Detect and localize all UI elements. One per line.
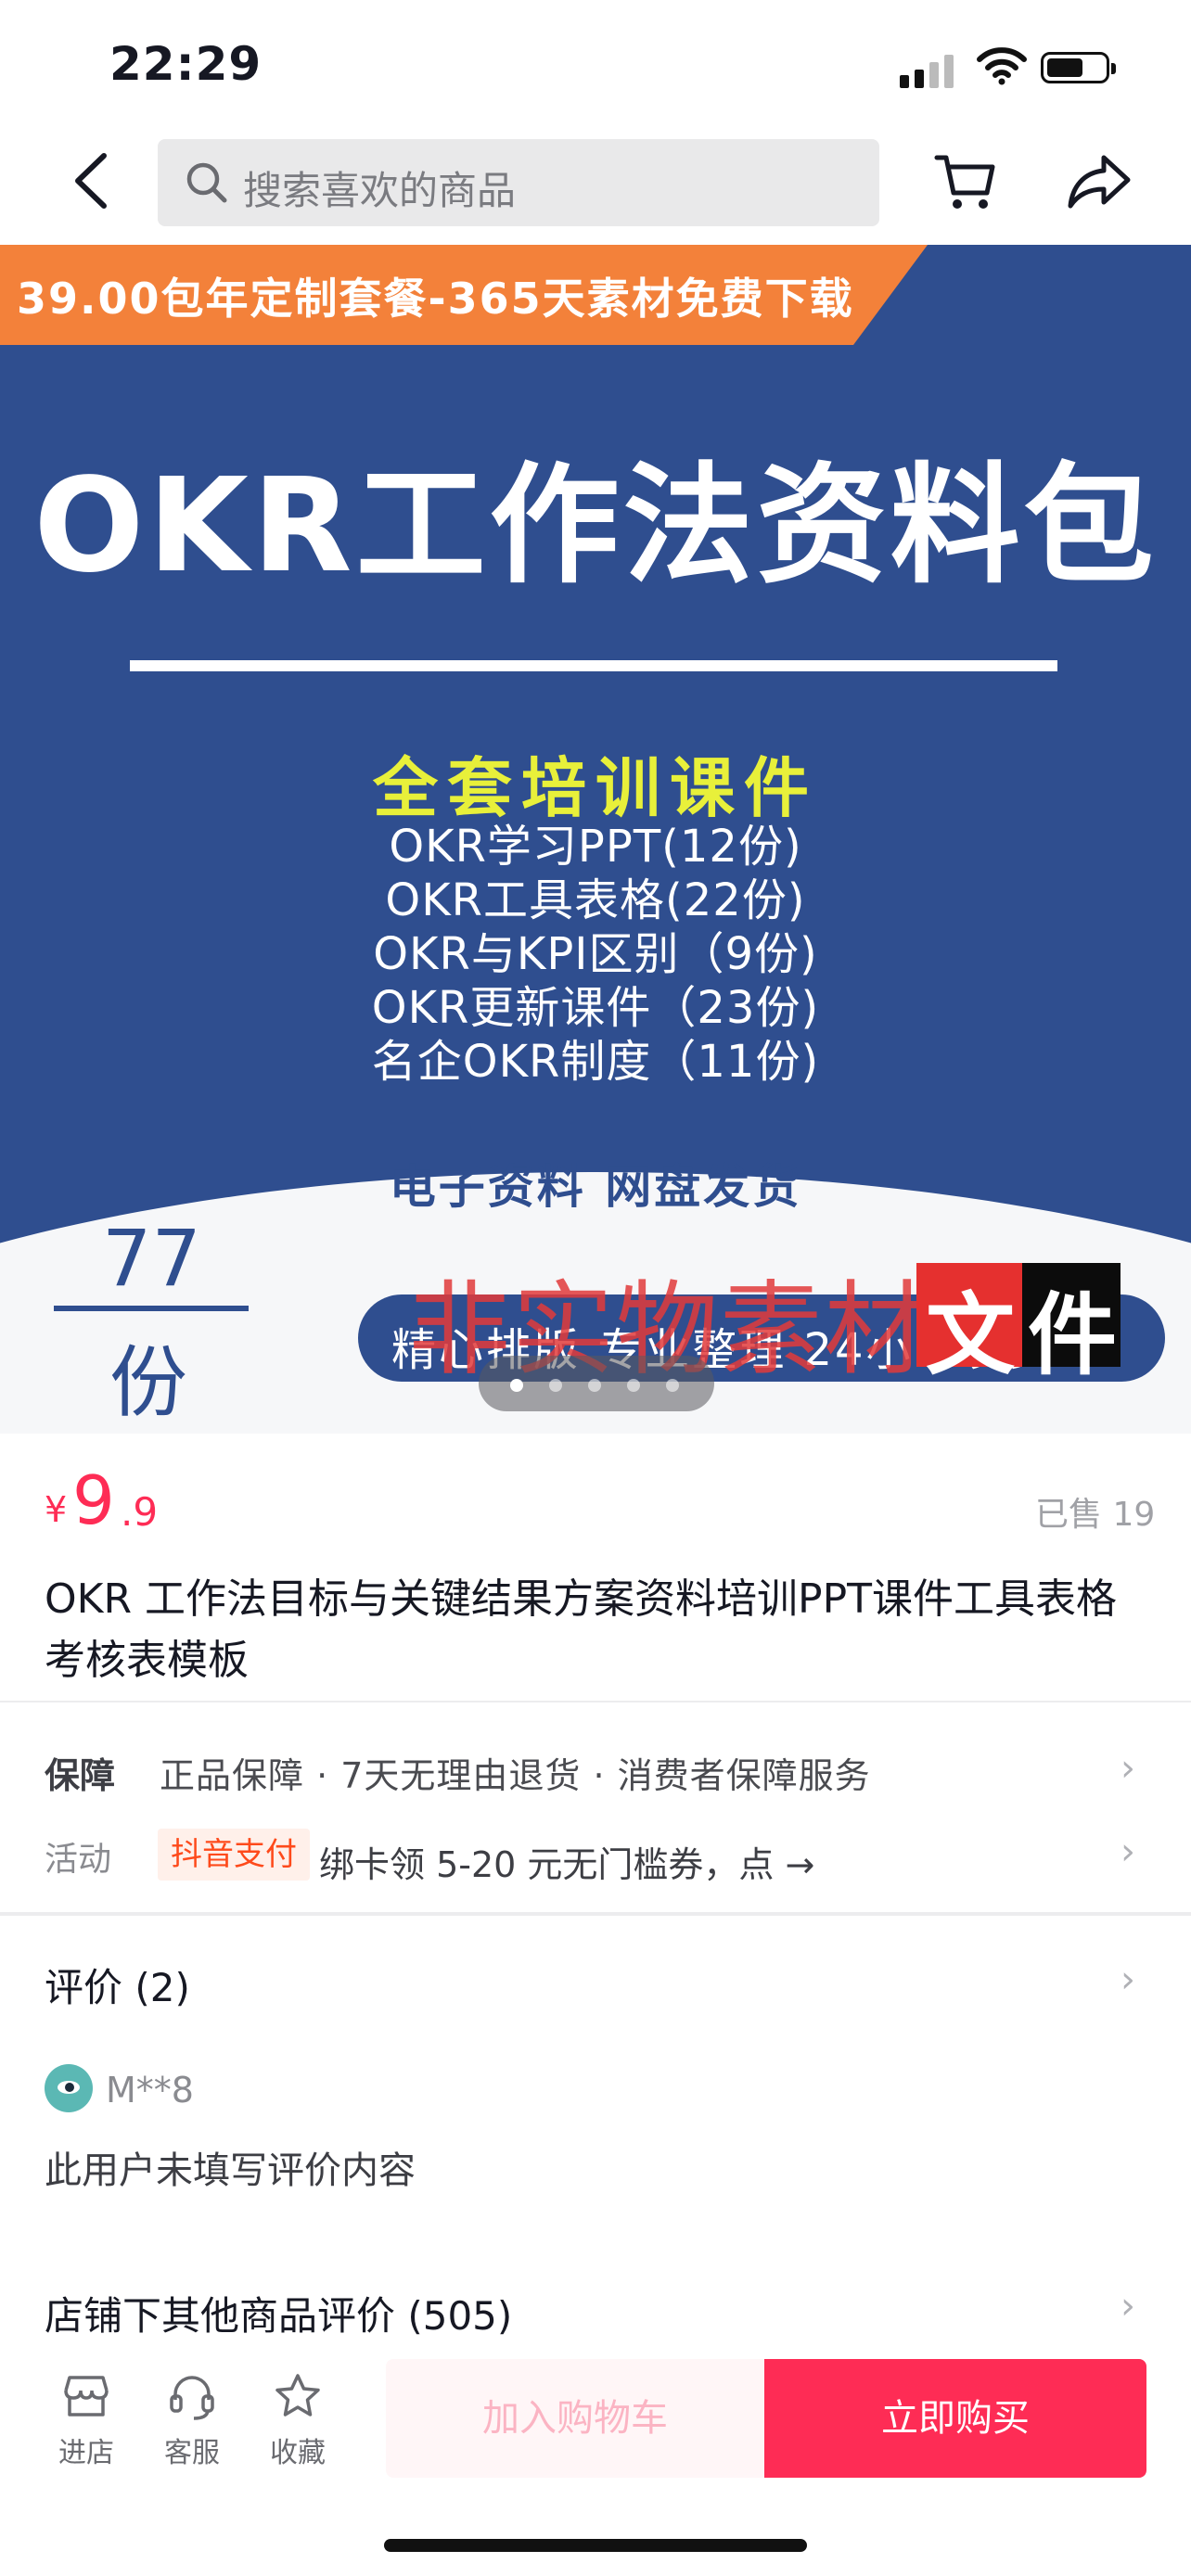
product-image-carousel[interactable]: 39.00包年定制套餐-365天素材免费下载 OKR工作法资料包 全套培训课件 …	[0, 245, 1191, 1434]
chevron-right-icon: ›	[1121, 2285, 1135, 2327]
watermark-box-red: 文	[916, 1263, 1022, 1387]
banner-title: OKR工作法资料包	[33, 451, 1158, 602]
price-decimal: .9	[121, 1489, 159, 1535]
cart-icon[interactable]	[933, 150, 998, 213]
cellular-signal-icon	[900, 51, 955, 88]
promo-text: 39.00包年定制套餐-365天素材免费下载	[17, 274, 854, 324]
reviewer-name: M**8	[106, 2070, 194, 2111]
carousel-page-indicator	[479, 1356, 714, 1411]
banner-line: OKR与KPI区别（9份)	[373, 928, 818, 980]
carousel-dot[interactable]	[666, 1379, 679, 1392]
carousel-dot[interactable]	[549, 1379, 562, 1392]
service-label: 客服	[164, 2437, 220, 2469]
watermark-box-black: 件	[1022, 1263, 1121, 1387]
guarantee-label: 保障	[45, 1755, 116, 1796]
banner-line: OKR工具表格(22份)	[385, 874, 806, 926]
banner-divider	[130, 660, 1057, 671]
chevron-right-icon: ›	[1121, 1958, 1135, 2001]
home-indicator[interactable]	[384, 2539, 807, 2552]
watermark-char: 件	[1028, 1283, 1117, 1387]
customer-service-button[interactable]: 客服	[150, 2372, 234, 2470]
search-input[interactable]: 搜索喜欢的商品	[158, 139, 879, 226]
carousel-dot-active[interactable]	[510, 1379, 523, 1392]
price-integer: 9	[72, 1461, 115, 1539]
section-divider	[0, 1701, 1191, 1702]
product-title: OKR 工作法目标与关键结果方案资料培训PPT课件工具表格考核表模板	[45, 1575, 1117, 1684]
status-time: 22:29	[109, 37, 263, 91]
shop-label: 进店	[58, 2437, 114, 2469]
carousel-dot[interactable]	[588, 1379, 601, 1392]
watermark-char: 文	[926, 1283, 1015, 1387]
guarantee-text: 正品保障 · 7天无理由退货 · 消费者保障服务	[160, 1755, 871, 1796]
carousel-dot[interactable]	[627, 1379, 640, 1392]
activity-text: 绑卡领 5-20 元无门槛券，点 →	[319, 1844, 815, 1885]
chevron-right-icon: ›	[1121, 1830, 1135, 1873]
shop-button[interactable]: 进店	[45, 2372, 128, 2470]
search-icon	[186, 162, 227, 203]
buy-now-button[interactable]: 立即购买	[764, 2359, 1146, 2478]
banner-line: OKR更新课件（23份)	[371, 982, 820, 1034]
banner-content-list: OKR学习PPT(12份) OKR工具表格(22份) OKR与KPI区别（9份)…	[0, 820, 1191, 1089]
chevron-right-icon: ›	[1121, 1747, 1135, 1790]
activity-tag: 抖音支付	[158, 1829, 310, 1881]
banner-count-number: 77	[102, 1213, 201, 1304]
section-divider	[0, 1912, 1191, 1916]
activity-label: 活动	[45, 1841, 112, 1879]
favorite-button[interactable]: 收藏	[256, 2372, 339, 2470]
headset-icon	[170, 2376, 214, 2420]
review-text: 此用户未填写评价内容	[45, 2149, 416, 2192]
banner-line: OKR学习PPT(12份)	[389, 821, 802, 873]
wifi-icon	[977, 47, 1027, 85]
sold-count: 已售 19	[1035, 1496, 1156, 1534]
battery-icon	[1041, 52, 1116, 83]
banner-count-unit: 份	[109, 1337, 188, 1428]
banner-delivery-note: 电子资料 网盘发货	[389, 1160, 802, 1214]
promo-tag: 39.00包年定制套餐-365天素材免费下载	[0, 245, 928, 345]
shop-icon	[64, 2376, 109, 2417]
banner-line: 名企OKR制度（11份)	[371, 1036, 820, 1088]
share-icon[interactable]	[1067, 150, 1133, 213]
star-icon	[275, 2374, 320, 2417]
search-placeholder: 搜索喜欢的商品	[243, 168, 517, 213]
other-reviews-title: 店铺下其他商品评价 (505)	[45, 2293, 513, 2339]
avatar	[45, 2064, 93, 2112]
banner-count-divider	[54, 1306, 249, 1311]
back-arrow-icon[interactable]	[63, 148, 119, 213]
reviews-title: 评价 (2)	[45, 1965, 190, 2010]
price-currency: ¥	[45, 1489, 68, 1530]
add-to-cart-button[interactable]: 加入购物车	[386, 2359, 764, 2478]
favorite-label: 收藏	[270, 2437, 326, 2469]
banner-subtitle: 全套培训课件	[373, 750, 818, 826]
